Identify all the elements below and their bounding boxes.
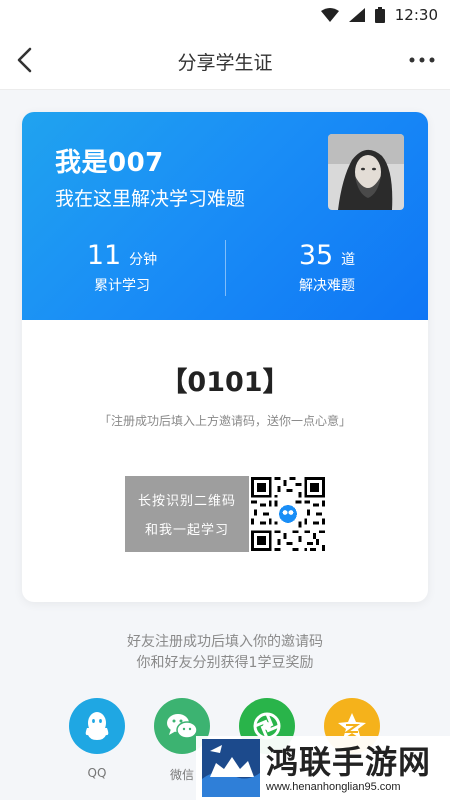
status-time: 12:30 xyxy=(394,6,438,24)
stat-value: 35 xyxy=(298,240,334,271)
student-card: 我是007 我在这里解决学习难题 11 分钟 累计学习 35 道 解决难题 【0… xyxy=(22,112,428,602)
qr-label: 长按识别二维码 和我一起学习 xyxy=(125,476,249,552)
battery-icon xyxy=(374,7,385,23)
stat-unit: 分钟 xyxy=(129,252,158,268)
watermark-title: 鸿联手游网 xyxy=(266,743,432,781)
nav-bar: 分享学生证 xyxy=(0,30,450,90)
stat-study-time: 11 分钟 累计学习 xyxy=(42,240,202,295)
stat-value: 11 xyxy=(86,240,122,271)
qr-label-line1: 长按识别二维码 xyxy=(137,494,236,509)
stat-divider xyxy=(225,240,226,296)
watermark: 鸿联手游网 www.henanhonglian95.com xyxy=(196,736,450,800)
share-label: QQ xyxy=(87,766,107,780)
stat-unit: 道 xyxy=(341,252,356,268)
reward-line1: 好友注册成功后填入你的邀请码 xyxy=(127,634,323,650)
stat-label: 解决难题 xyxy=(299,278,355,294)
page-title: 分享学生证 xyxy=(177,52,273,74)
card-header: 我是007 我在这里解决学习难题 11 分钟 累计学习 35 道 解决难题 xyxy=(22,112,428,320)
avatar xyxy=(328,134,404,210)
signal-icon xyxy=(348,8,365,22)
watermark-url: www.henanhonglian95.com xyxy=(266,781,401,793)
watermark-text: 鸿联手游网 www.henanhonglian95.com xyxy=(266,743,431,793)
share-qq[interactable]: QQ xyxy=(62,698,132,780)
qr-code[interactable] xyxy=(251,476,325,552)
user-name: 我是007 xyxy=(55,148,164,178)
invite-code: 【0101】 xyxy=(160,367,290,398)
more-dots-icon[interactable] xyxy=(408,52,436,68)
invite-hint: 「注册成功后填入上方邀请码，送你一点心意」 xyxy=(98,414,351,428)
reward-info: 好友注册成功后填入你的邀请码 你和好友分别获得1学豆奖励 xyxy=(0,632,450,674)
wifi-icon xyxy=(320,8,339,22)
status-bar: 12:30 xyxy=(0,0,450,30)
stat-label: 累计学习 xyxy=(94,278,150,294)
stat-solved-problems: 35 道 解决难题 xyxy=(247,240,407,295)
watermark-logo-icon xyxy=(202,739,260,797)
qq-icon[interactable] xyxy=(69,698,125,754)
reward-line2: 你和好友分别获得1学豆奖励 xyxy=(136,655,314,671)
qr-block[interactable]: 长按识别二维码 和我一起学习 xyxy=(125,476,325,552)
user-slogan: 我在这里解决学习难题 xyxy=(55,188,246,210)
qr-label-line2: 和我一起学习 xyxy=(144,523,229,538)
